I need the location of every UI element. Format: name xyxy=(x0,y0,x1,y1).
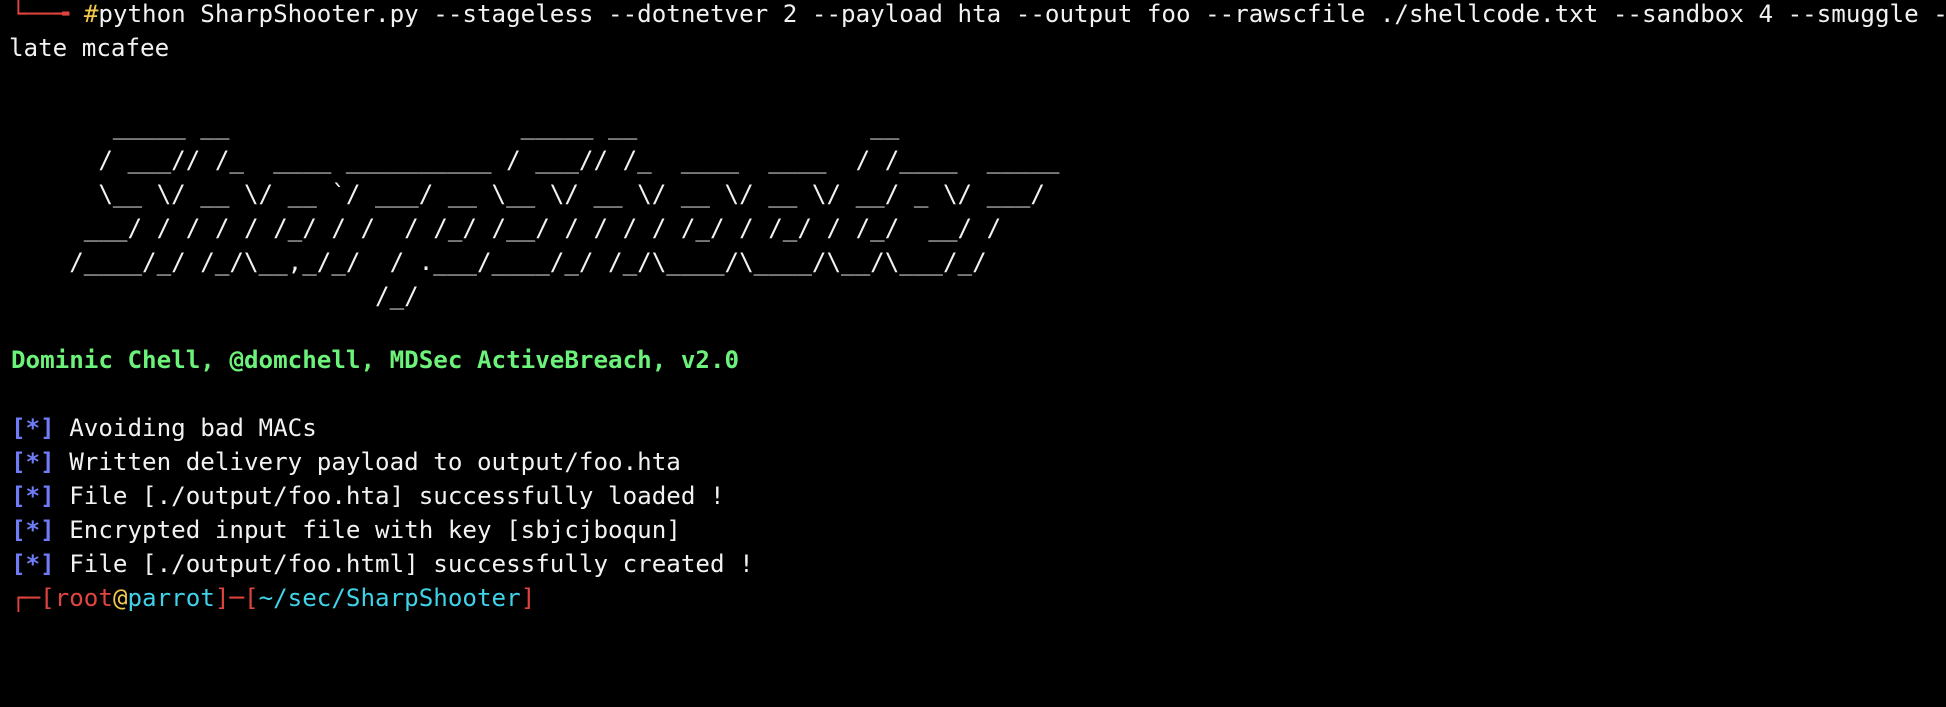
prompt-path: ~/sec/SharpShooter xyxy=(258,584,521,612)
output-line: [*] File [./output/foo.html] successfull… xyxy=(11,547,754,581)
output-text: Written delivery payload to output/foo.h… xyxy=(54,448,681,476)
prompt-hash: # xyxy=(83,0,99,28)
output-line: [*] Encrypted input file with key [sbjcj… xyxy=(11,513,681,547)
prompt-sep: ]─[ xyxy=(214,584,259,612)
prompt-corner: └──╼ xyxy=(11,0,84,28)
terminal-window[interactable]: └──╼ #python SharpShooter.py --stageless… xyxy=(0,0,1946,613)
status-marker: [*] xyxy=(11,448,55,476)
output-text: File [./output/foo.html] successfully cr… xyxy=(54,550,754,578)
ascii-banner: _____ __ _____ __ __ / ___// /_ ____ ___… xyxy=(69,112,1060,310)
output-line: [*] Written delivery payload to output/f… xyxy=(11,445,681,479)
next-prompt-line: ┌─[root@parrot]─[~/sec/SharpShooter] xyxy=(11,581,535,615)
prompt-end: ] xyxy=(520,584,536,612)
command-text: python SharpShooter.py --stageless --dot… xyxy=(98,0,1946,28)
status-marker: [*] xyxy=(11,516,55,544)
output-text: File [./output/foo.hta] successfully loa… xyxy=(54,482,725,510)
prompt-host: parrot xyxy=(127,584,215,612)
status-marker: [*] xyxy=(11,482,55,510)
prompt-at: @ xyxy=(112,584,128,612)
output-text: Avoiding bad MACs xyxy=(54,414,317,442)
command-line-wrap: late mcafee xyxy=(9,31,169,65)
command-text-wrap: late mcafee xyxy=(9,34,170,62)
output-line: [*] Avoiding bad MACs xyxy=(11,411,317,445)
output-text: Encrypted input file with key [sbjcjboqu… xyxy=(54,516,681,544)
status-marker: [*] xyxy=(11,414,55,442)
prompt-start: ┌─[ xyxy=(11,584,55,612)
prompt-user: root xyxy=(54,584,113,612)
command-line: └──╼ #python SharpShooter.py --stageless… xyxy=(11,0,1946,31)
output-line: [*] File [./output/foo.hta] successfully… xyxy=(11,479,725,513)
author-line: Dominic Chell, @domchell, MDSec ActiveBr… xyxy=(11,346,740,374)
status-marker: [*] xyxy=(11,550,55,578)
